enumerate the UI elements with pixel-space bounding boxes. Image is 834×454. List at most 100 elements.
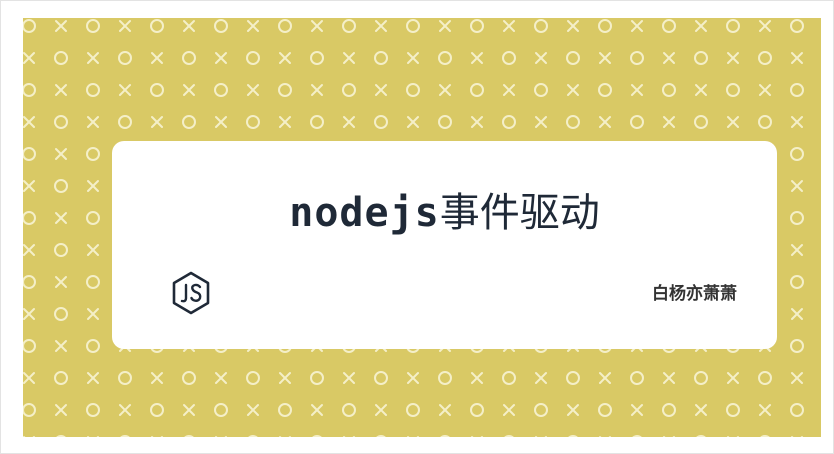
circle-outline-icon <box>790 147 804 161</box>
x-icon <box>375 20 387 32</box>
circle-outline-icon <box>182 371 196 385</box>
circle-outline-icon <box>86 211 100 225</box>
x-icon <box>343 116 355 128</box>
circle-outline-icon <box>568 435 578 437</box>
circle-outline-icon <box>184 435 194 437</box>
circle-outline-icon <box>278 19 292 33</box>
circle-outline-icon <box>696 435 706 437</box>
circle-outline-icon <box>534 403 548 417</box>
circle-outline-icon <box>502 371 516 385</box>
circle-outline-icon <box>438 115 452 129</box>
circle-outline-icon <box>438 51 452 65</box>
circle-outline-icon <box>406 403 420 417</box>
circle-outline-icon <box>534 19 548 33</box>
author-name: 白杨亦萧萧 <box>652 284 737 304</box>
circle-outline-icon <box>630 371 644 385</box>
x-icon <box>151 372 163 384</box>
title-card: nodejs事件驱动 白杨亦萧萧 <box>112 141 777 349</box>
cover-banner: nodejs事件驱动 白杨亦萧萧 <box>23 18 821 437</box>
circle-outline-icon <box>790 339 804 353</box>
circle-outline-icon <box>566 115 580 129</box>
x-icon <box>87 52 99 64</box>
circle-outline-icon <box>760 435 770 437</box>
x-icon <box>151 52 163 64</box>
x-icon <box>535 52 547 64</box>
circle-outline-icon <box>406 19 420 33</box>
circle-outline-icon <box>54 179 68 193</box>
circle-outline-icon <box>150 83 164 97</box>
circle-outline-icon <box>23 147 36 161</box>
x-icon <box>759 84 771 96</box>
circle-outline-icon <box>54 371 68 385</box>
x-icon <box>151 116 163 128</box>
x-icon <box>247 404 259 416</box>
circle-outline-icon <box>790 403 804 417</box>
circle-outline-icon <box>726 403 740 417</box>
x-icon <box>599 52 611 64</box>
circle-outline-icon <box>23 83 36 97</box>
x-icon <box>759 20 771 32</box>
x-icon <box>23 244 35 256</box>
x-icon <box>247 20 259 32</box>
x-icon <box>87 180 99 192</box>
x-icon <box>695 20 707 32</box>
circle-outline-icon <box>630 51 644 65</box>
x-icon <box>343 52 355 64</box>
x-icon <box>23 308 35 320</box>
x-icon <box>791 244 803 256</box>
x-icon <box>119 20 131 32</box>
circle-outline-icon <box>86 403 100 417</box>
x-icon <box>695 84 707 96</box>
x-icon <box>471 52 483 64</box>
x-icon <box>631 84 643 96</box>
circle-outline-icon <box>278 83 292 97</box>
x-icon <box>663 52 675 64</box>
x-icon <box>599 372 611 384</box>
circle-outline-icon <box>694 115 708 129</box>
x-icon <box>55 20 67 32</box>
x-icon <box>535 372 547 384</box>
circle-outline-icon <box>23 211 36 225</box>
x-icon <box>567 404 579 416</box>
circle-outline-icon <box>502 115 516 129</box>
circle-outline-icon <box>726 83 740 97</box>
title-chinese-part: 事件驱动 <box>439 190 600 236</box>
circle-outline-icon <box>758 51 772 65</box>
circle-outline-icon <box>504 435 514 437</box>
x-icon <box>663 372 675 384</box>
x-icon <box>791 372 803 384</box>
circle-outline-icon <box>630 115 644 129</box>
circle-outline-icon <box>86 339 100 353</box>
x-icon <box>343 372 355 384</box>
x-icon <box>119 404 131 416</box>
circle-outline-icon <box>86 147 100 161</box>
x-icon <box>535 116 547 128</box>
circle-outline-icon <box>86 275 100 289</box>
circle-outline-icon <box>86 83 100 97</box>
circle-outline-icon <box>726 19 740 33</box>
circle-outline-icon <box>312 435 322 437</box>
circle-outline-icon <box>23 339 36 353</box>
x-icon <box>55 84 67 96</box>
circle-outline-icon <box>118 115 132 129</box>
x-icon <box>55 212 67 224</box>
x-icon <box>215 116 227 128</box>
x-icon <box>439 84 451 96</box>
x-icon <box>375 84 387 96</box>
circle-outline-icon <box>790 211 804 225</box>
circle-outline-icon <box>54 307 68 321</box>
circle-outline-icon <box>118 51 132 65</box>
circle-outline-icon <box>310 371 324 385</box>
circle-outline-icon <box>182 51 196 65</box>
x-icon <box>791 308 803 320</box>
x-icon <box>471 116 483 128</box>
circle-outline-icon <box>598 83 612 97</box>
circle-outline-icon <box>374 51 388 65</box>
x-icon <box>119 84 131 96</box>
circle-outline-icon <box>54 243 68 257</box>
circle-outline-icon <box>470 83 484 97</box>
x-icon <box>215 52 227 64</box>
circle-outline-icon <box>342 83 356 97</box>
circle-outline-icon <box>566 51 580 65</box>
x-icon <box>183 84 195 96</box>
